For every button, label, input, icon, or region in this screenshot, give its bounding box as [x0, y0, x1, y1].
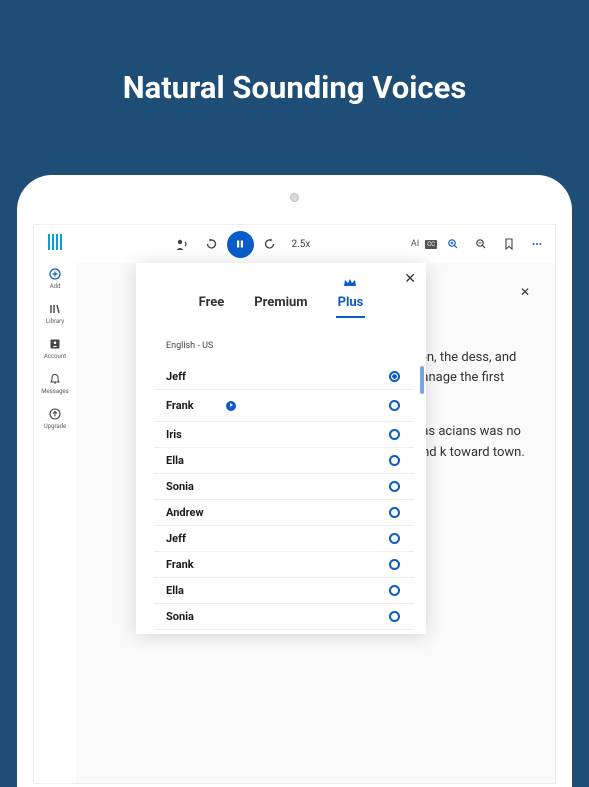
tablet-device: Add Library Account [17, 175, 572, 787]
skip-forward-icon[interactable] [258, 232, 282, 256]
speed-control[interactable]: 2.5x [286, 239, 317, 250]
radio-icon[interactable] [389, 533, 400, 544]
language-selector[interactable]: English - US [136, 325, 426, 358]
sidebar-item-add[interactable]: Add [49, 267, 62, 290]
voice-row[interactable]: Sonia [154, 604, 414, 630]
sidebar-item-upgrade[interactable]: Upgrade [44, 407, 66, 430]
voice-name: Iris [166, 428, 182, 441]
user-box-icon [48, 337, 61, 350]
up-arrow-circle-icon [49, 407, 62, 420]
tab-premium[interactable]: Premium [252, 291, 309, 317]
content-area: ✕ n Glaucon, the dess, and also l manage… [76, 263, 555, 783]
plus-circle-icon [49, 267, 62, 280]
sidebar-label: Account [44, 353, 66, 360]
device-wrapper: Add Library Account [0, 175, 589, 787]
close-document-icon[interactable]: ✕ [520, 285, 530, 299]
voice-row[interactable]: Ella [154, 448, 414, 474]
hero-title: Natural Sounding Voices [123, 69, 467, 106]
radio-icon[interactable] [389, 585, 400, 596]
radio-icon[interactable] [389, 455, 400, 466]
more-icon[interactable] [525, 232, 549, 256]
bell-icon [49, 372, 62, 385]
sidebar-item-library[interactable]: Library [46, 302, 64, 325]
voice-row[interactable]: Jeff [154, 526, 414, 552]
skip-back-icon[interactable] [199, 232, 223, 256]
voice-name: Jeff [166, 532, 186, 545]
toolbar: 2.5x AI CC [76, 225, 555, 263]
radio-icon[interactable] [389, 400, 400, 411]
voice-name: Frank [166, 558, 194, 571]
app-logo[interactable] [48, 233, 62, 255]
radio-icon[interactable] [389, 371, 400, 382]
tab-label: Plus [338, 295, 364, 310]
hero-banner: Natural Sounding Voices [0, 0, 589, 175]
radio-icon[interactable] [389, 481, 400, 492]
voice-name: Frank [166, 399, 194, 412]
tab-plus[interactable]: Plus [336, 291, 366, 317]
radio-icon[interactable] [389, 559, 400, 570]
voice-tier-tabs: Free Premium Plus [136, 263, 426, 325]
sidebar-label: Add [50, 283, 61, 290]
crown-icon [343, 277, 357, 292]
voice-name: Andrew [166, 506, 204, 519]
voice-name: Jeff [166, 370, 186, 383]
radio-icon[interactable] [389, 429, 400, 440]
cc-button[interactable]: CC [425, 240, 437, 249]
books-icon [48, 302, 61, 315]
voice-row[interactable]: Frank [154, 390, 414, 422]
search-minus-icon[interactable] [469, 232, 493, 256]
play-preview-icon[interactable] [226, 401, 236, 411]
voice-row[interactable]: Iris [154, 422, 414, 448]
voice-row[interactable]: Frank [154, 552, 414, 578]
voice-selector-popup: ✕ Free Premium Plus [136, 263, 426, 634]
tab-free[interactable]: Free [197, 291, 227, 317]
main-panel: 2.5x AI CC [76, 225, 555, 783]
voice-row[interactable]: Andrew [154, 500, 414, 526]
bookmark-icon[interactable] [497, 232, 521, 256]
search-plus-icon[interactable] [441, 232, 465, 256]
app-screen: Add Library Account [33, 224, 556, 784]
voice-person-icon[interactable] [171, 232, 195, 256]
close-popup-icon[interactable]: ✕ [404, 271, 416, 287]
sidebar-label: Messages [41, 388, 69, 395]
sidebar-item-account[interactable]: Account [44, 337, 66, 360]
voice-row[interactable]: Ella [154, 578, 414, 604]
voice-name: Sonia [166, 480, 194, 493]
radio-icon[interactable] [389, 611, 400, 622]
pause-button[interactable] [227, 231, 254, 258]
language-label: English - US [166, 341, 213, 351]
voice-row[interactable]: Sonia [154, 474, 414, 500]
pause-icon [235, 239, 245, 249]
voice-name: Sonia [166, 610, 194, 623]
ai-button[interactable]: AI [409, 239, 421, 249]
voice-name: Ella [166, 454, 184, 467]
voice-row[interactable]: Jeff [154, 364, 414, 390]
sidebar-label: Library [46, 318, 64, 325]
sidebar: Add Library Account [34, 225, 76, 783]
scrollbar[interactable] [420, 366, 424, 394]
voice-list: Jeff Frank Iris Ella Sonia Andrew Jeff Frank El… [136, 358, 426, 630]
sidebar-item-messages[interactable]: Messages [41, 372, 69, 395]
voice-name: Ella [166, 584, 184, 597]
camera-icon [290, 193, 299, 202]
sidebar-label: Upgrade [44, 423, 66, 430]
radio-icon[interactable] [389, 507, 400, 518]
